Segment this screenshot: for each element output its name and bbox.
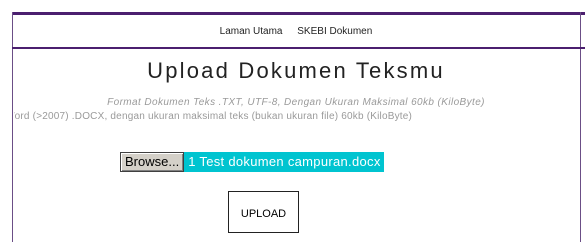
page-title: Upload Dokumen Teksmu xyxy=(147,58,445,83)
nav-link-skebi-dokumen[interactable]: SKEBI Dokumen xyxy=(297,26,372,37)
browse-button[interactable]: Browse... xyxy=(120,152,185,172)
nav-link-laman-utama[interactable]: Laman Utama xyxy=(220,26,283,37)
top-divider xyxy=(12,12,585,15)
upload-button[interactable]: UPLOAD xyxy=(228,191,299,233)
top-nav: Laman Utama SKEBI Dokumen xyxy=(12,22,580,42)
format-info-docx: Dokumen Word (>2007) .DOCX, dengan ukura… xyxy=(14,111,413,122)
selected-file-name: 1 Test dokumen campuran.docx xyxy=(184,152,384,172)
nav-divider xyxy=(12,47,585,49)
page-frame: Laman Utama SKEBI Dokumen Upload Dokumen… xyxy=(0,0,585,242)
format-info-txt: Format Dokumen Teks .TXT, UTF-8, Dengan … xyxy=(107,97,485,108)
format-info-docx-container: Dokumen Word (>2007) .DOCX, dengan ukura… xyxy=(14,111,580,122)
file-input[interactable]: Browse... 1 Test dokumen campuran.docx xyxy=(120,152,384,172)
